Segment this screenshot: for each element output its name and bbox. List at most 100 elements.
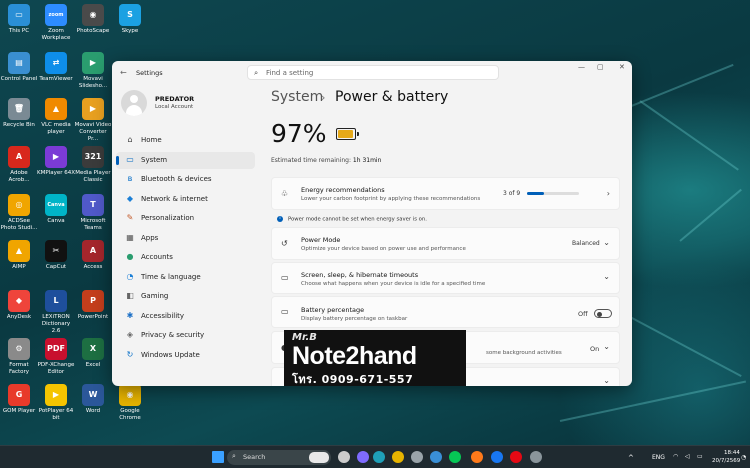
chevron-down-icon[interactable]: ⌄ [603, 272, 610, 281]
desktop-icon[interactable]: P PowerPoint [74, 290, 112, 321]
sidebar-item-apps[interactable]: ▦ Apps [116, 230, 255, 247]
avatar[interactable] [121, 90, 147, 116]
sidebar-item-home[interactable]: ⌂ Home [116, 132, 255, 149]
sidebar-item-privacy-security[interactable]: ◈ Privacy & security [116, 327, 255, 344]
chevron-down-icon[interactable]: ⌄ [603, 376, 610, 385]
access-icon: A [82, 240, 104, 262]
desktop-icon[interactable]: ✂ CapCut [37, 240, 75, 271]
desktop-icon[interactable]: Canva Canva [37, 194, 75, 225]
battery-percentage-title: Battery percentage [301, 306, 365, 314]
photos-icon[interactable] [430, 451, 442, 463]
watermark-logo: Mr.B Note2hand โทร. 0909-671-557 [284, 330, 466, 386]
edge-icon[interactable] [373, 451, 385, 463]
line-icon[interactable] [449, 451, 461, 463]
power-mode-value[interactable]: Balanced [572, 240, 600, 247]
anydesk-icon: ◆ [8, 290, 30, 312]
desktop-icon[interactable]: A Adobe Acrob... [0, 146, 38, 184]
sidebar-item-windows-update[interactable]: ↻ Windows Update [116, 347, 255, 364]
chrome-icon[interactable] [392, 451, 404, 463]
screen-sleep-title: Screen, sleep, & hibernate timeouts [301, 271, 419, 279]
task-view-icon[interactable] [338, 451, 350, 463]
desktop-icon[interactable]: ◎ ACDSee Photo Studi... [0, 194, 38, 232]
back-arrow-icon[interactable]: ← [120, 68, 127, 77]
desktop-icon[interactable]: ▭ This PC [0, 4, 38, 35]
taskbar-search[interactable]: ⌕ Search [227, 450, 331, 465]
desktop-icon-label: Movavi Video Converter Pr... [74, 122, 112, 142]
desktop-icon-label: PowerPoint [77, 314, 109, 320]
sidebar-item-personalization[interactable]: ✎ Personalization [116, 210, 255, 227]
desktop-icon[interactable]: ⇄ TeamViewer [37, 52, 75, 83]
notification-bell-icon[interactable]: ◔ [741, 454, 746, 461]
sidebar-item-bluetooth-devices[interactable]: ʙ Bluetooth & devices [116, 171, 255, 188]
chevron-down-icon[interactable]: ⌄ [603, 342, 610, 351]
desktop-icon[interactable]: ▲ VLC media player [37, 98, 75, 136]
desktop-icon[interactable]: L LEXiTRON Dictionary 2.6 [37, 290, 75, 335]
sidebar-item-label: Apps [141, 233, 159, 242]
power-mode-card[interactable]: ↺ Power Mode Optimize your device based … [271, 227, 620, 260]
sidebar-item-network-internet[interactable]: ◆ Network & internet [116, 191, 255, 208]
desktop-icon[interactable]: PDF PDF-XChange Editor [37, 338, 75, 376]
sidebar-item-accessibility[interactable]: ✱ Accessibility [116, 308, 255, 325]
language-indicator[interactable]: ENG [652, 454, 665, 461]
photoscape-icon: ◉ [82, 4, 104, 26]
desktop-icon[interactable]: X Excel [74, 338, 112, 369]
chevron-down-icon[interactable]: ⌄ [603, 238, 610, 247]
energy-recommendations-card[interactable]: ♧ Energy recommendations Lower your carb… [271, 177, 620, 210]
maximize-button[interactable]: ▢ [597, 63, 604, 71]
sidebar-item-time-language[interactable]: ◔ Time & language [116, 269, 255, 286]
desktop-icon[interactable]: ▶ PotPlayer 64 bit [37, 384, 75, 422]
screen-sleep-card[interactable]: ▭ Screen, sleep, & hibernate timeouts Ch… [271, 262, 620, 294]
watermark-line2: Note2hand [292, 342, 417, 370]
desktop-icon[interactable]: S Skype [111, 4, 149, 35]
clock-date[interactable]: 20/7/2569 [712, 458, 740, 464]
camera-icon[interactable] [411, 451, 423, 463]
desktop-icon[interactable]: ▶ Movavi Video Converter Pr... [74, 98, 112, 143]
copilot-icon[interactable] [357, 451, 369, 463]
desktop-icon[interactable]: ▶ KMPlayer 64X [37, 146, 75, 177]
aimp-icon: ▲ [8, 240, 30, 262]
settings-gear-icon[interactable] [530, 451, 542, 463]
chevron-up-icon[interactable]: ^ [628, 454, 634, 462]
battery-tray-icon[interactable]: ▭ [697, 453, 703, 460]
desktop-icon-label: Media Player Classic [75, 170, 111, 183]
power-mode-title: Power Mode [301, 236, 341, 244]
wifi-icon[interactable]: ◠ [673, 453, 678, 460]
search-input[interactable]: ⌕ Find a setting [247, 65, 499, 80]
sidebar-item-accounts[interactable]: ● Accounts [116, 249, 255, 266]
desktop-icon[interactable]: ▶ Movavi Slidesho... [74, 52, 112, 90]
desktop-icon-label: ACDSee Photo Studi... [0, 218, 38, 231]
desktop-icon[interactable]: A Access [74, 240, 112, 271]
gom-player-icon: G [8, 384, 30, 406]
battery-percentage-value: Off [578, 310, 588, 318]
desktop-icon-label: AnyDesk [6, 314, 32, 320]
desktop-icon[interactable]: ◆ AnyDesk [0, 290, 38, 321]
firefox-icon[interactable] [471, 451, 483, 463]
facebook-icon[interactable] [491, 451, 503, 463]
netflix-icon[interactable] [510, 451, 522, 463]
desktop-icon[interactable]: ▤ Control Panel [0, 52, 38, 83]
sidebar-item-gaming[interactable]: ◧ Gaming [116, 288, 255, 305]
desktop-icon[interactable]: T Microsoft Teams [74, 194, 112, 232]
windows-update-icon: ↻ [126, 349, 134, 359]
battery-percentage-card[interactable]: ▭ Battery percentage Display battery per… [271, 296, 620, 328]
close-button[interactable]: ✕ [619, 63, 625, 71]
desktop-icon[interactable]: ◉ PhotoScape [74, 4, 112, 35]
desktop-icon[interactable]: 🗑 Recycle Bin [0, 98, 38, 129]
clock-time[interactable]: 18:44 [724, 450, 740, 456]
sidebar-item-system[interactable]: ▭ System [116, 151, 255, 169]
desktop-icon[interactable]: ▲ AIMP [0, 240, 38, 271]
desktop-icon[interactable]: ◉ Google Chrome [111, 384, 149, 422]
desktop-icon[interactable]: W Word [74, 384, 112, 415]
desktop-icon[interactable]: G GOM Player [0, 384, 38, 415]
breadcrumb-parent[interactable]: System [271, 89, 323, 105]
start-icon[interactable] [212, 451, 224, 463]
desktop-icon[interactable]: 321 Media Player Classic [74, 146, 112, 184]
volume-icon[interactable]: ◁ [685, 453, 690, 460]
desktop-icon[interactable]: ⚙ Format Factory [0, 338, 38, 376]
desktop-icon[interactable]: zoom Zoom Workplace [37, 4, 75, 42]
power-mode-subtitle: Optimize your device based on power use … [301, 246, 466, 252]
minimize-button[interactable]: — [578, 63, 585, 71]
battery-percentage-toggle[interactable] [594, 309, 612, 318]
network-icon: ◆ [126, 193, 134, 203]
sidebar-item-label: Windows Update [141, 350, 200, 359]
